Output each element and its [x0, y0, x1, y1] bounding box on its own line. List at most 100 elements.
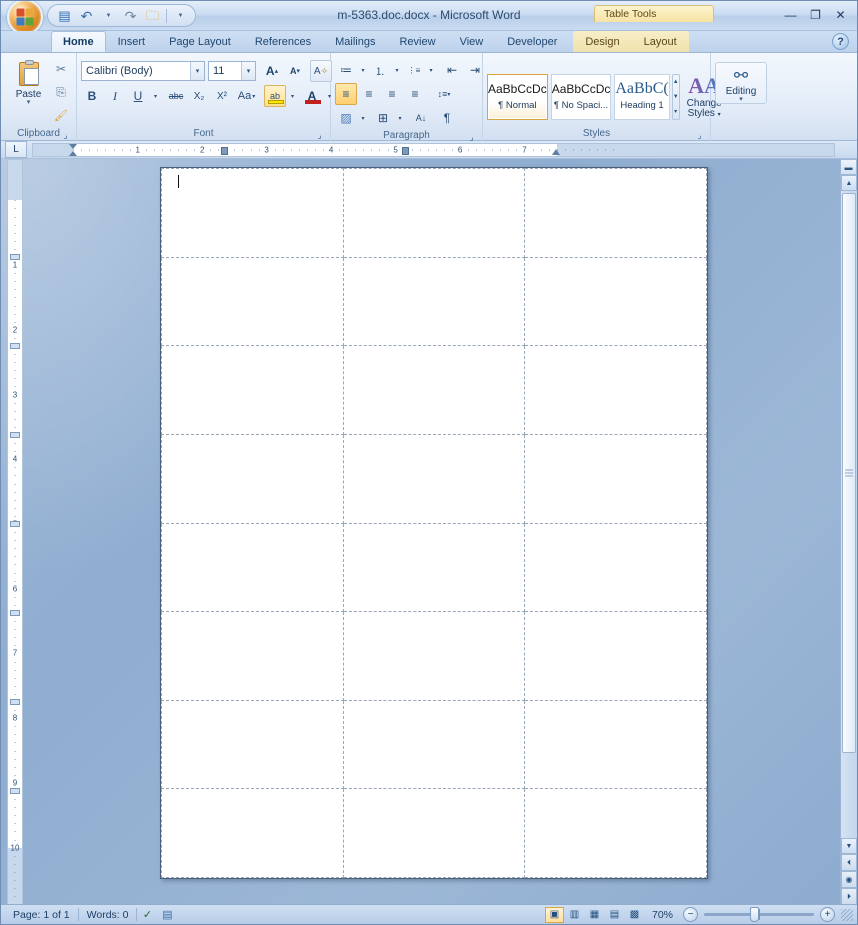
label-cell[interactable]	[161, 611, 344, 701]
left-indent-marker[interactable]	[69, 143, 78, 156]
tab-references[interactable]: References	[243, 31, 323, 52]
label-cell[interactable]	[342, 611, 526, 701]
justify-button[interactable]: ≡	[404, 83, 426, 105]
underline-button[interactable]: U	[127, 85, 149, 107]
split-window-handle[interactable]: ▬	[840, 159, 857, 175]
font-name-dropdown-icon[interactable]: ▾	[190, 62, 204, 80]
show-formatting-marks-button[interactable]: ¶	[436, 107, 458, 129]
label-cell[interactable]	[524, 168, 707, 258]
subscript-button[interactable]: X₂	[188, 85, 210, 107]
table-row[interactable]	[161, 256, 707, 347]
borders-dropdown[interactable]: ▾	[395, 107, 405, 129]
label-cell[interactable]	[342, 345, 526, 435]
line-spacing-button[interactable]: ↕≡ ▾	[431, 83, 457, 105]
label-cell[interactable]	[342, 256, 526, 347]
clipboard-dialog-launcher[interactable]: ⌟	[60, 129, 71, 140]
tab-view[interactable]: View	[448, 31, 496, 52]
numbering-button[interactable]: ⒈	[369, 59, 391, 81]
label-cell[interactable]	[524, 433, 707, 524]
label-cell[interactable]	[161, 168, 344, 258]
zoom-out-button[interactable]: −	[683, 907, 698, 922]
scrollbar-track[interactable]	[841, 191, 857, 838]
font-dialog-launcher[interactable]: ⌟	[314, 129, 325, 140]
table-row[interactable]	[161, 611, 707, 701]
tab-layout[interactable]: Layout	[632, 31, 689, 52]
font-name-combo[interactable]: Calibri (Body) ▾	[81, 61, 205, 81]
customize-qat-icon[interactable]: ▼	[170, 6, 191, 25]
horizontal-ruler[interactable]: 1 2 3 4 5 6 7	[32, 142, 835, 157]
font-size-combo[interactable]: 11 ▾	[208, 61, 256, 81]
label-cell[interactable]	[342, 433, 526, 524]
tab-review[interactable]: Review	[387, 31, 447, 52]
shrink-font-button[interactable]: A ▾	[284, 60, 306, 82]
styles-more-icon[interactable]: ▾	[673, 104, 679, 119]
table-row[interactable]	[161, 345, 707, 435]
table-row-marker[interactable]	[10, 521, 20, 527]
copy-button[interactable]: ⎘	[50, 81, 72, 103]
borders-button[interactable]: ⊞	[372, 107, 394, 129]
styles-scroll-down-icon[interactable]: ▼	[673, 89, 679, 104]
table-row-marker[interactable]	[10, 343, 20, 349]
table-row-marker[interactable]	[10, 432, 20, 438]
word-count-status[interactable]: Words: 0	[79, 909, 137, 921]
resize-grip-icon[interactable]	[841, 908, 853, 921]
style-heading-1[interactable]: AaBbC( Heading 1	[614, 73, 670, 120]
label-cell[interactable]	[524, 522, 707, 613]
align-center-button[interactable]: ≡	[358, 83, 380, 105]
label-cell[interactable]	[342, 522, 526, 613]
clear-formatting-button[interactable]: A ✧	[310, 60, 332, 82]
vertical-scrollbar[interactable]: ▬ ▲ ▼ ⏴ ◉ ⏵	[840, 159, 857, 905]
grow-font-button[interactable]: A ▴	[261, 60, 283, 82]
redo-icon[interactable]: ↷	[120, 6, 141, 25]
page-number-status[interactable]: Page: 1 of 1	[5, 909, 78, 921]
table-column-marker[interactable]	[221, 146, 228, 155]
paste-button[interactable]: Paste ▾	[7, 56, 50, 107]
styles-scroll-up-icon[interactable]: ▲	[673, 75, 679, 90]
underline-dropdown[interactable]: ▾	[150, 85, 161, 107]
scroll-up-button[interactable]: ▲	[841, 175, 857, 191]
text-highlight-button[interactable]: ab	[264, 85, 286, 107]
bullets-button[interactable]: ≔	[335, 59, 357, 81]
tab-home[interactable]: Home	[51, 31, 106, 52]
tab-design[interactable]: Design	[573, 31, 631, 52]
zoom-slider[interactable]: − +	[683, 907, 835, 922]
sort-button[interactable]: A↓	[410, 107, 432, 129]
table-row[interactable]	[161, 168, 707, 258]
label-cell[interactable]	[161, 345, 344, 435]
label-cell[interactable]	[342, 788, 526, 878]
tab-selector-button[interactable]: L	[5, 141, 27, 158]
font-color-button[interactable]: A	[301, 85, 323, 107]
format-painter-button[interactable]: 🖌	[50, 104, 72, 126]
style-normal[interactable]: AaBbCcDc ¶ Normal	[487, 73, 548, 120]
table-row-marker[interactable]	[10, 610, 20, 616]
table-row[interactable]	[161, 522, 707, 613]
tab-developer[interactable]: Developer	[495, 31, 569, 52]
undo-icon[interactable]: ↶	[76, 6, 97, 25]
highlight-dropdown[interactable]: ▾	[287, 85, 298, 107]
multilevel-list-button[interactable]: ⋮≡	[403, 59, 425, 81]
strikethrough-button[interactable]: abc	[165, 85, 187, 107]
shading-button[interactable]: ▨	[335, 107, 357, 129]
table-row-marker[interactable]	[10, 254, 20, 260]
table-row[interactable]	[161, 433, 707, 524]
undo-dropdown-icon[interactable]: ▼	[98, 6, 119, 25]
view-print-layout[interactable]: ▣	[544, 906, 564, 923]
record-macro-icon[interactable]: ▤	[157, 907, 177, 923]
save-icon[interactable]: ▤	[54, 6, 75, 25]
label-cell[interactable]	[342, 168, 526, 258]
table-row-marker[interactable]	[10, 699, 20, 705]
shading-dropdown[interactable]: ▾	[358, 107, 368, 129]
italic-button[interactable]: I	[104, 85, 126, 107]
bullets-dropdown[interactable]: ▾	[358, 59, 368, 81]
label-cell[interactable]	[161, 256, 344, 347]
maximize-button[interactable]: ❐	[805, 6, 826, 23]
label-cell[interactable]	[161, 788, 344, 878]
zoom-slider-track[interactable]	[704, 907, 814, 922]
label-cell[interactable]	[342, 699, 526, 790]
align-right-button[interactable]: ≡	[381, 83, 403, 105]
bold-button[interactable]: B	[81, 85, 103, 107]
style-no-spacing[interactable]: AaBbCcDc ¶ No Spaci...	[550, 73, 612, 120]
align-left-button[interactable]: ≡	[335, 83, 357, 105]
office-button[interactable]	[7, 1, 43, 35]
numbering-dropdown[interactable]: ▾	[392, 59, 402, 81]
